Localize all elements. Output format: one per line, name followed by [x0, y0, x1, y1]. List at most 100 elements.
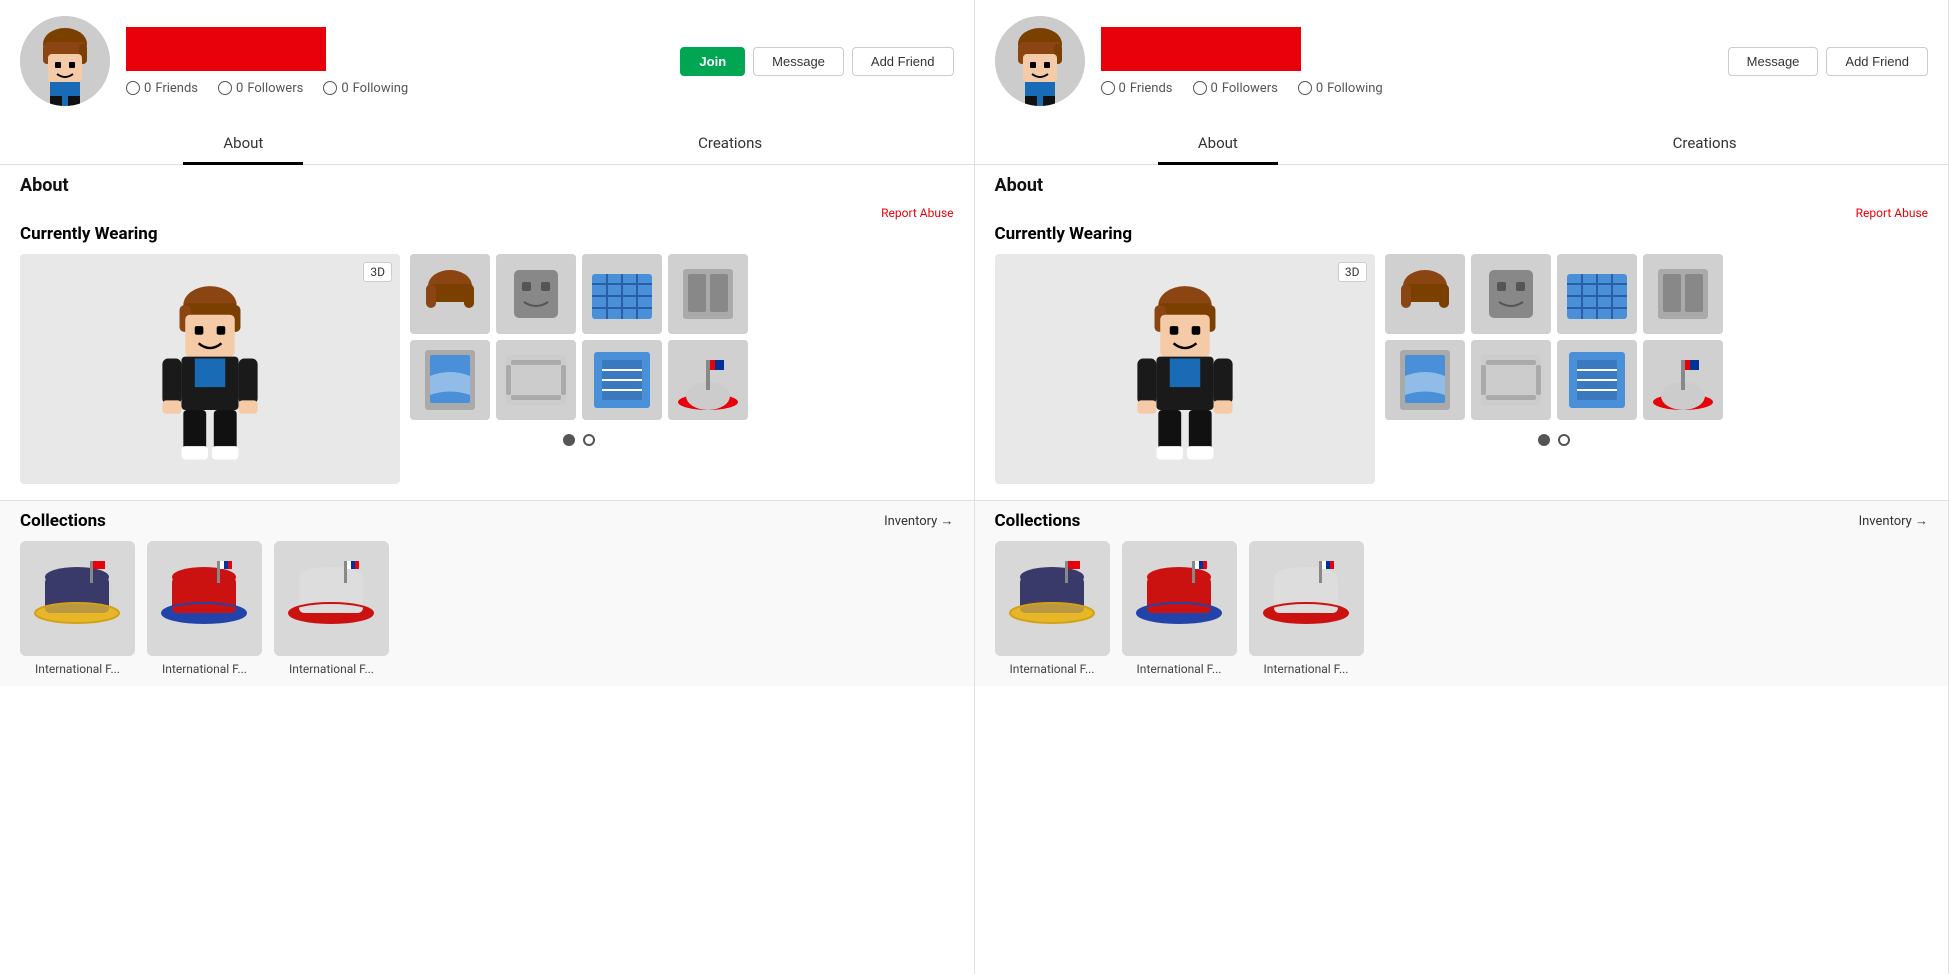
wearing-row-2-right: [1385, 340, 1723, 420]
3d-badge[interactable]: 3D: [363, 262, 392, 282]
friends-label: Friends: [155, 81, 198, 96]
about-heading-right: About: [975, 165, 1949, 202]
collections-section: Collections Inventory →: [0, 500, 974, 686]
friends-icon-right: [1101, 81, 1115, 95]
friends-count: 0: [144, 81, 151, 96]
wearing-item-flag1[interactable]: [410, 340, 490, 420]
profile-header: 0 Friends 0 Followers 0 Following Join M…: [0, 0, 974, 122]
following-count: 0: [341, 81, 348, 96]
collection-img-1: [20, 541, 135, 656]
wearing-item-face-right[interactable]: [1471, 254, 1551, 334]
collections-title-right: Collections: [995, 511, 1081, 531]
followers-count-right: 0: [1211, 81, 1218, 96]
collection-item-1[interactable]: International F...: [20, 541, 135, 676]
friends-label-right: Friends: [1130, 81, 1173, 96]
wearing-row-1: [410, 254, 748, 334]
tab-about-right[interactable]: About: [975, 122, 1462, 164]
collection-img-2: [147, 541, 262, 656]
collection-img-2-right: [1122, 541, 1237, 656]
stats-row-right: 0 Friends 0 Followers 0 Following: [1101, 81, 1712, 96]
join-button[interactable]: Join: [680, 47, 745, 76]
stat-followers-right: 0 Followers: [1193, 81, 1278, 96]
about-heading: About: [0, 165, 974, 202]
stat-following: 0 Following: [323, 81, 408, 96]
currently-wearing-section-right: Currently Wearing 3D: [975, 224, 1949, 500]
tab-about[interactable]: About: [0, 122, 487, 164]
collection-img-1-right: [995, 541, 1110, 656]
profile-info: 0 Friends 0 Followers 0 Following: [126, 27, 664, 96]
collections-header-right: Collections Inventory →: [995, 511, 1929, 531]
collection-img-3-right: [1249, 541, 1364, 656]
report-abuse-link-right[interactable]: Report Abuse: [975, 202, 1949, 224]
following-label: Following: [353, 81, 409, 96]
following-icon: [323, 81, 337, 95]
wearing-item-pants1-right[interactable]: [1643, 254, 1723, 334]
profile-header-right: 0 Friends 0 Followers 0 Following Messag…: [975, 0, 1949, 122]
wearing-item-acc3[interactable]: [668, 340, 748, 420]
content-area: About Report Abuse Currently Wearing 3D: [0, 165, 974, 686]
followers-count: 0: [236, 81, 243, 96]
collection-label-2-right: International F...: [1122, 662, 1237, 676]
wearing-3d-view-right: 3D: [995, 254, 1375, 484]
stat-following-right: 0 Following: [1298, 81, 1383, 96]
followers-icon-right: [1193, 81, 1207, 95]
wearing-items-grid: [410, 254, 748, 484]
3d-badge-right[interactable]: 3D: [1338, 262, 1367, 282]
wearing-item-pants1[interactable]: [668, 254, 748, 334]
following-count-right: 0: [1316, 81, 1323, 96]
dot-2-right[interactable]: [1558, 434, 1570, 446]
collection-label-3-right: International F...: [1249, 662, 1364, 676]
wearing-row-2: [410, 340, 748, 420]
collection-item-3-right[interactable]: International F...: [1249, 541, 1364, 676]
tabs: About Creations: [0, 122, 974, 165]
collection-item-1-right[interactable]: International F...: [995, 541, 1110, 676]
inventory-link[interactable]: Inventory →: [884, 513, 953, 529]
tabs-right: About Creations: [975, 122, 1949, 165]
tab-creations[interactable]: Creations: [487, 122, 974, 164]
wearing-item-acc1[interactable]: [496, 340, 576, 420]
avatar: [20, 16, 110, 106]
dot-1[interactable]: [563, 434, 575, 446]
stat-friends-right: 0 Friends: [1101, 81, 1173, 96]
profile-info-right: 0 Friends 0 Followers 0 Following: [1101, 27, 1712, 96]
wearing-item-acc2[interactable]: [582, 340, 662, 420]
report-abuse-link[interactable]: Report Abuse: [0, 202, 974, 224]
wearing-item-acc1-right[interactable]: [1471, 340, 1551, 420]
following-label-right: Following: [1327, 81, 1383, 96]
followers-icon: [218, 81, 232, 95]
inventory-link-right[interactable]: Inventory →: [1859, 513, 1928, 529]
collection-label-1-right: International F...: [995, 662, 1110, 676]
wearing-item-flag1-right[interactable]: [1385, 340, 1465, 420]
collection-item-2-right[interactable]: International F...: [1122, 541, 1237, 676]
wearing-item-acc3-right[interactable]: [1643, 340, 1723, 420]
collection-item-3[interactable]: International F...: [274, 541, 389, 676]
followers-label-right: Followers: [1222, 81, 1278, 96]
wearing-item-face[interactable]: [496, 254, 576, 334]
username-bar-right: [1101, 27, 1301, 71]
header-actions-right: Message Add Friend: [1728, 47, 1928, 76]
message-button[interactable]: Message: [753, 47, 844, 76]
header-actions: Join Message Add Friend: [680, 47, 953, 76]
dot-2[interactable]: [583, 434, 595, 446]
collection-item-2[interactable]: International F...: [147, 541, 262, 676]
wearing-row-1-right: [1385, 254, 1723, 334]
wearing-title-right: Currently Wearing: [995, 224, 1929, 244]
add-friend-button[interactable]: Add Friend: [852, 47, 954, 76]
add-friend-button-right[interactable]: Add Friend: [1826, 47, 1928, 76]
wearing-item-hair-right[interactable]: [1385, 254, 1465, 334]
wearing-item-shirt-right[interactable]: [1557, 254, 1637, 334]
wearing-item-acc2-right[interactable]: [1557, 340, 1637, 420]
collections-section-right: Collections Inventory →: [975, 500, 1949, 686]
wearing-item-shirt[interactable]: [582, 254, 662, 334]
dot-1-right[interactable]: [1538, 434, 1550, 446]
stat-followers: 0 Followers: [218, 81, 303, 96]
tab-creations-right[interactable]: Creations: [1461, 122, 1948, 164]
wearing-item-hair[interactable]: [410, 254, 490, 334]
wearing-grid-right: 3D: [995, 254, 1929, 484]
collections-row-right: International F...: [995, 541, 1929, 676]
followers-label: Followers: [247, 81, 303, 96]
message-button-right[interactable]: Message: [1728, 47, 1819, 76]
collections-title: Collections: [20, 511, 106, 531]
currently-wearing-section: Currently Wearing 3D: [0, 224, 974, 500]
username-bar: [126, 27, 326, 71]
